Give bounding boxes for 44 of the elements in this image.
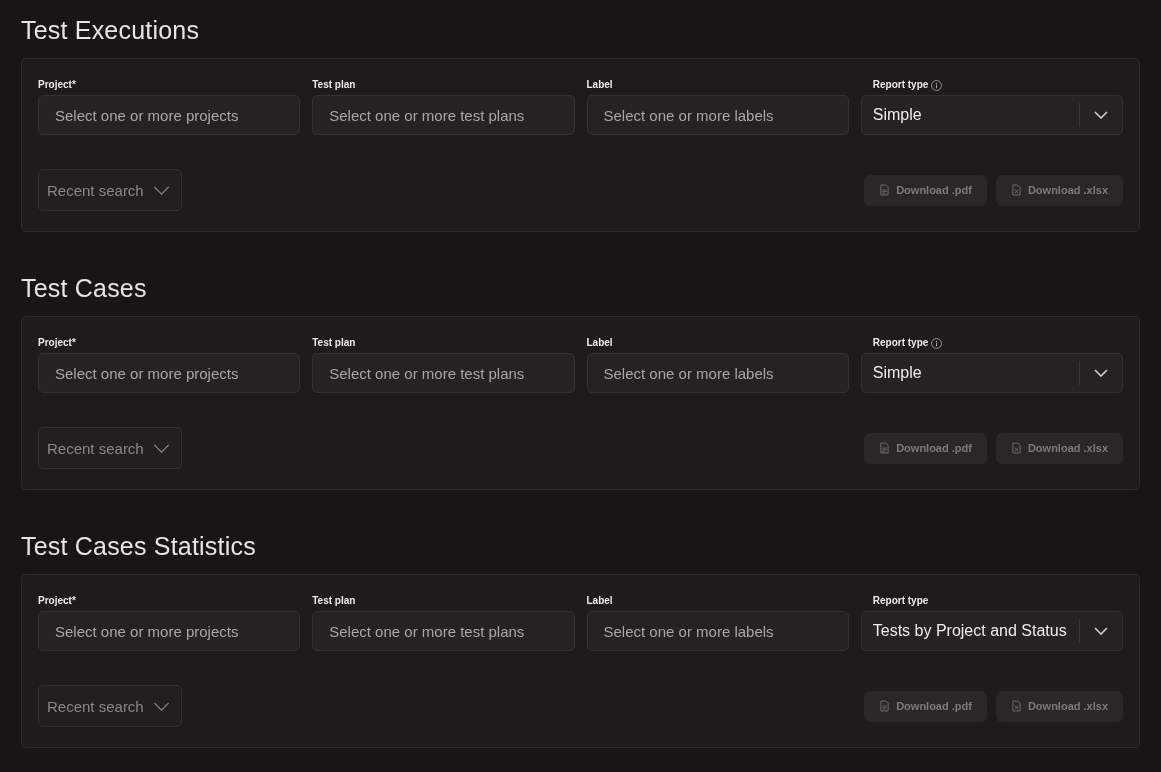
recent-search-dropdown[interactable]: Recent search bbox=[38, 427, 182, 469]
pdf-file-icon bbox=[880, 442, 890, 454]
field-label: Label bbox=[586, 79, 613, 91]
multi-select-field[interactable]: Select one or more labels bbox=[586, 611, 849, 651]
section-title: Test Cases bbox=[21, 273, 147, 304]
spreadsheet-file-icon bbox=[1011, 442, 1021, 454]
report-type-select[interactable]: Simple bbox=[860, 353, 1123, 393]
field-label: Project* bbox=[38, 337, 76, 349]
chevron-down-icon bbox=[1094, 627, 1108, 635]
multi-select-field[interactable]: Select one or more projects bbox=[38, 95, 301, 135]
info-icon[interactable] bbox=[931, 337, 943, 349]
chevron-down-icon bbox=[1094, 369, 1108, 377]
multi-select-field[interactable]: Select one or more test plans bbox=[312, 353, 575, 393]
spreadsheet-file-icon bbox=[1011, 700, 1021, 712]
field-label: Report type bbox=[872, 79, 929, 91]
field-label: Report type bbox=[872, 337, 929, 349]
field-label: Report type bbox=[872, 595, 929, 607]
field-label: Test plan bbox=[312, 337, 356, 349]
multi-select-field[interactable]: Select one or more labels bbox=[586, 95, 849, 135]
spreadsheet-file-icon bbox=[1011, 184, 1021, 196]
info-icon[interactable] bbox=[931, 79, 943, 91]
chevron-down-icon bbox=[1094, 111, 1108, 119]
multi-select-field[interactable]: Select one or more projects bbox=[38, 611, 301, 651]
field-label: Project* bbox=[38, 79, 76, 91]
recent-search-dropdown[interactable]: Recent search bbox=[38, 685, 182, 727]
chevron-down-icon bbox=[153, 185, 170, 195]
report-type-select[interactable]: Simple bbox=[860, 95, 1123, 135]
chevron-down-icon bbox=[153, 443, 170, 453]
report-type-select[interactable]: Tests by Project and Status bbox=[860, 611, 1123, 651]
field-label: Project* bbox=[38, 595, 76, 607]
multi-select-field[interactable]: Select one or more test plans bbox=[312, 95, 575, 135]
recent-search-dropdown[interactable]: Recent search bbox=[38, 169, 182, 211]
multi-select-field[interactable]: Select one or more projects bbox=[38, 353, 301, 393]
pdf-file-icon bbox=[880, 700, 890, 712]
multi-select-field[interactable]: Select one or more test plans bbox=[312, 611, 575, 651]
pdf-file-icon bbox=[880, 184, 890, 196]
field-label: Label bbox=[586, 595, 613, 607]
section-title: Test Executions bbox=[21, 15, 200, 46]
section-title: Test Cases Statistics bbox=[21, 531, 256, 562]
chevron-down-icon bbox=[153, 701, 170, 711]
field-label: Test plan bbox=[312, 595, 356, 607]
field-label: Test plan bbox=[312, 79, 356, 91]
multi-select-field[interactable]: Select one or more labels bbox=[586, 353, 849, 393]
field-label: Label bbox=[586, 337, 613, 349]
